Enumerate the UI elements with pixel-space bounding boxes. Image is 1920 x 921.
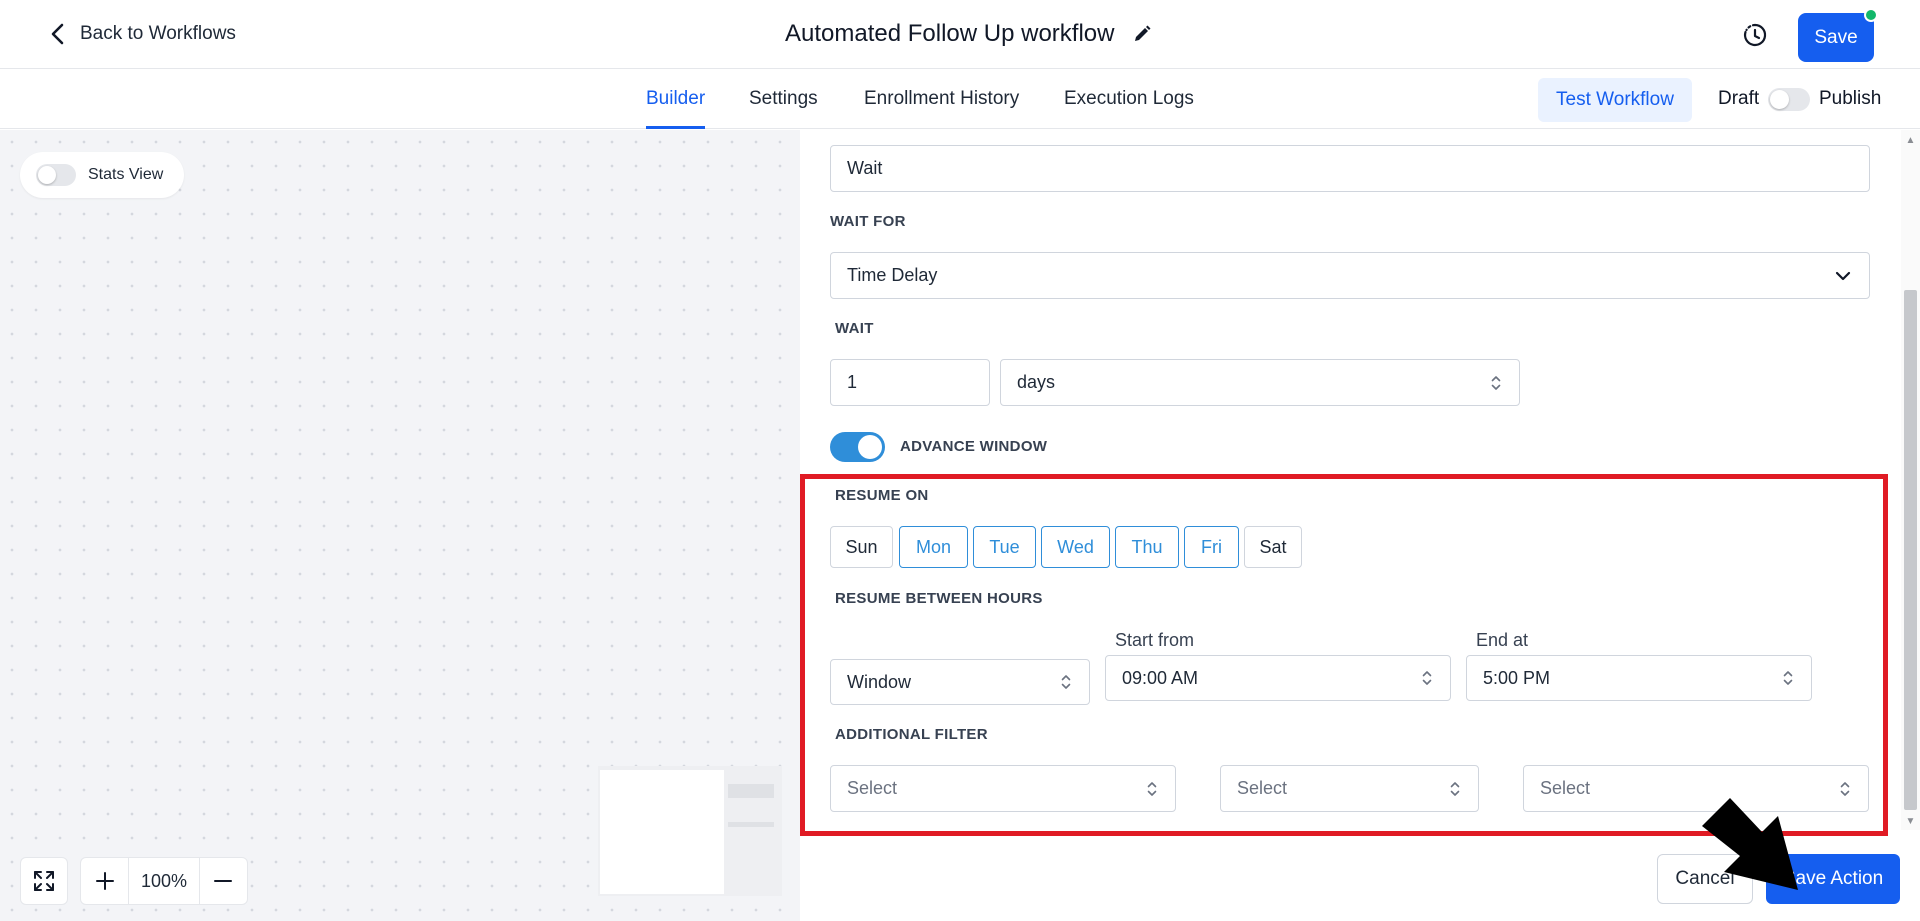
wait-unit-value: days [1017, 372, 1056, 392]
select-arrows-icon [1450, 781, 1460, 796]
zoom-out-button[interactable] [200, 858, 247, 904]
unsaved-status-dot [1864, 8, 1878, 22]
fit-to-screen-button[interactable] [20, 857, 68, 905]
select-arrows-icon [1061, 675, 1071, 689]
hours-mode-select[interactable]: Window [830, 659, 1090, 705]
day-tue[interactable]: Tue [973, 526, 1036, 568]
canvas-minimap[interactable] [598, 766, 782, 896]
expand-icon [34, 871, 54, 891]
minimap-viewport [600, 770, 724, 894]
day-mon[interactable]: Mon [899, 526, 968, 568]
select-arrows-icon [1491, 375, 1501, 390]
resume-on-label: RESUME ON [835, 487, 929, 504]
filter-placeholder: Select [1540, 778, 1591, 798]
back-label: Back to Workflows [80, 23, 236, 44]
start-from-label: Start from [1115, 630, 1195, 650]
cancel-button[interactable]: Cancel [1657, 854, 1753, 904]
top-bar: Back to Workflows Automated Follow Up wo… [0, 0, 1920, 69]
day-sun[interactable]: Sun [830, 526, 893, 568]
filter-select-1[interactable]: Select [830, 765, 1176, 812]
resume-between-hours-label: RESUME BETWEEN HOURS [835, 590, 1043, 607]
wait-amount-value: 1 [847, 372, 858, 392]
select-arrows-icon [1783, 671, 1793, 685]
minus-icon [214, 880, 233, 882]
pencil-edit-icon[interactable] [1132, 24, 1152, 44]
advance-window-toggle[interactable] [830, 432, 885, 462]
wait-for-label: WAIT FOR [830, 213, 906, 230]
draft-label: Draft [1718, 88, 1760, 109]
tab-builder[interactable]: Builder [646, 88, 705, 110]
day-wed[interactable]: Wed [1041, 526, 1110, 568]
tabs-bar: Builder Settings Enrollment History Exec… [0, 70, 1920, 129]
zoom-controls: 100% [80, 857, 248, 905]
version-history-icon[interactable] [1740, 20, 1770, 50]
plus-icon [95, 872, 114, 890]
back-to-workflows-link[interactable]: Back to Workflows [48, 22, 236, 46]
workflow-title-text: Automated Follow Up workflow [785, 20, 1115, 47]
hours-mode-value: Window [847, 671, 912, 692]
active-tab-indicator [646, 126, 705, 129]
start-from-select[interactable]: 09:00 AM [1105, 655, 1451, 701]
start-from-value: 09:00 AM [1122, 667, 1199, 688]
filter-placeholder: Select [847, 778, 898, 798]
wait-unit-select[interactable]: days [1000, 359, 1520, 406]
stats-view-control: Stats View [20, 152, 184, 198]
day-sat[interactable]: Sat [1244, 526, 1302, 568]
end-at-value: 5:00 PM [1483, 667, 1551, 688]
tab-settings[interactable]: Settings [749, 88, 818, 110]
save-button[interactable]: Save [1798, 13, 1874, 62]
tab-enrollment-history[interactable]: Enrollment History [864, 88, 1019, 110]
additional-filter-label: ADDITIONAL FILTER [835, 726, 988, 743]
minimap-node [728, 784, 774, 798]
publish-label: Publish [1819, 88, 1882, 109]
filter-select-2[interactable]: Select [1220, 765, 1479, 812]
chevron-down-icon [1835, 271, 1851, 280]
end-at-label: End at [1476, 630, 1529, 650]
day-fri[interactable]: Fri [1184, 526, 1239, 568]
wait-for-value: Time Delay [847, 265, 938, 285]
publish-toggle[interactable] [1768, 88, 1810, 111]
advance-window-label: ADVANCE WINDOW [900, 438, 1048, 455]
filter-placeholder: Select [1237, 778, 1288, 798]
zoom-level: 100% [128, 858, 200, 904]
chevron-left-icon [51, 23, 64, 45]
zoom-in-button[interactable] [81, 858, 128, 904]
workflow-title: Automated Follow Up workflow [785, 20, 1152, 48]
day-thu[interactable]: Thu [1115, 526, 1179, 568]
action-name-value: Wait [847, 158, 883, 178]
filter-select-3[interactable]: Select [1523, 765, 1869, 812]
wait-label: WAIT [835, 320, 874, 337]
select-arrows-icon [1422, 671, 1432, 685]
stats-view-label: Stats View [88, 166, 164, 183]
tab-execution-logs[interactable]: Execution Logs [1064, 88, 1194, 110]
save-action-button[interactable]: Save Action [1766, 854, 1900, 904]
wait-for-select[interactable]: Time Delay [830, 252, 1870, 299]
test-workflow-button[interactable]: Test Workflow [1538, 78, 1692, 122]
minimap-node [728, 822, 774, 827]
panel-scrollbar-thumb[interactable] [1904, 290, 1917, 810]
stats-view-toggle[interactable] [36, 164, 76, 186]
workflow-canvas[interactable]: Stats View 100% [0, 130, 800, 921]
wait-amount-input[interactable]: 1 [830, 359, 990, 406]
action-name-input[interactable]: Wait [830, 145, 1870, 192]
select-arrows-icon [1147, 781, 1157, 796]
scroll-down-arrow-icon[interactable]: ▼ [1904, 815, 1917, 827]
end-at-select[interactable]: 5:00 PM [1466, 655, 1812, 701]
select-arrows-icon [1840, 781, 1850, 796]
scroll-up-arrow-icon[interactable]: ▲ [1904, 134, 1917, 146]
